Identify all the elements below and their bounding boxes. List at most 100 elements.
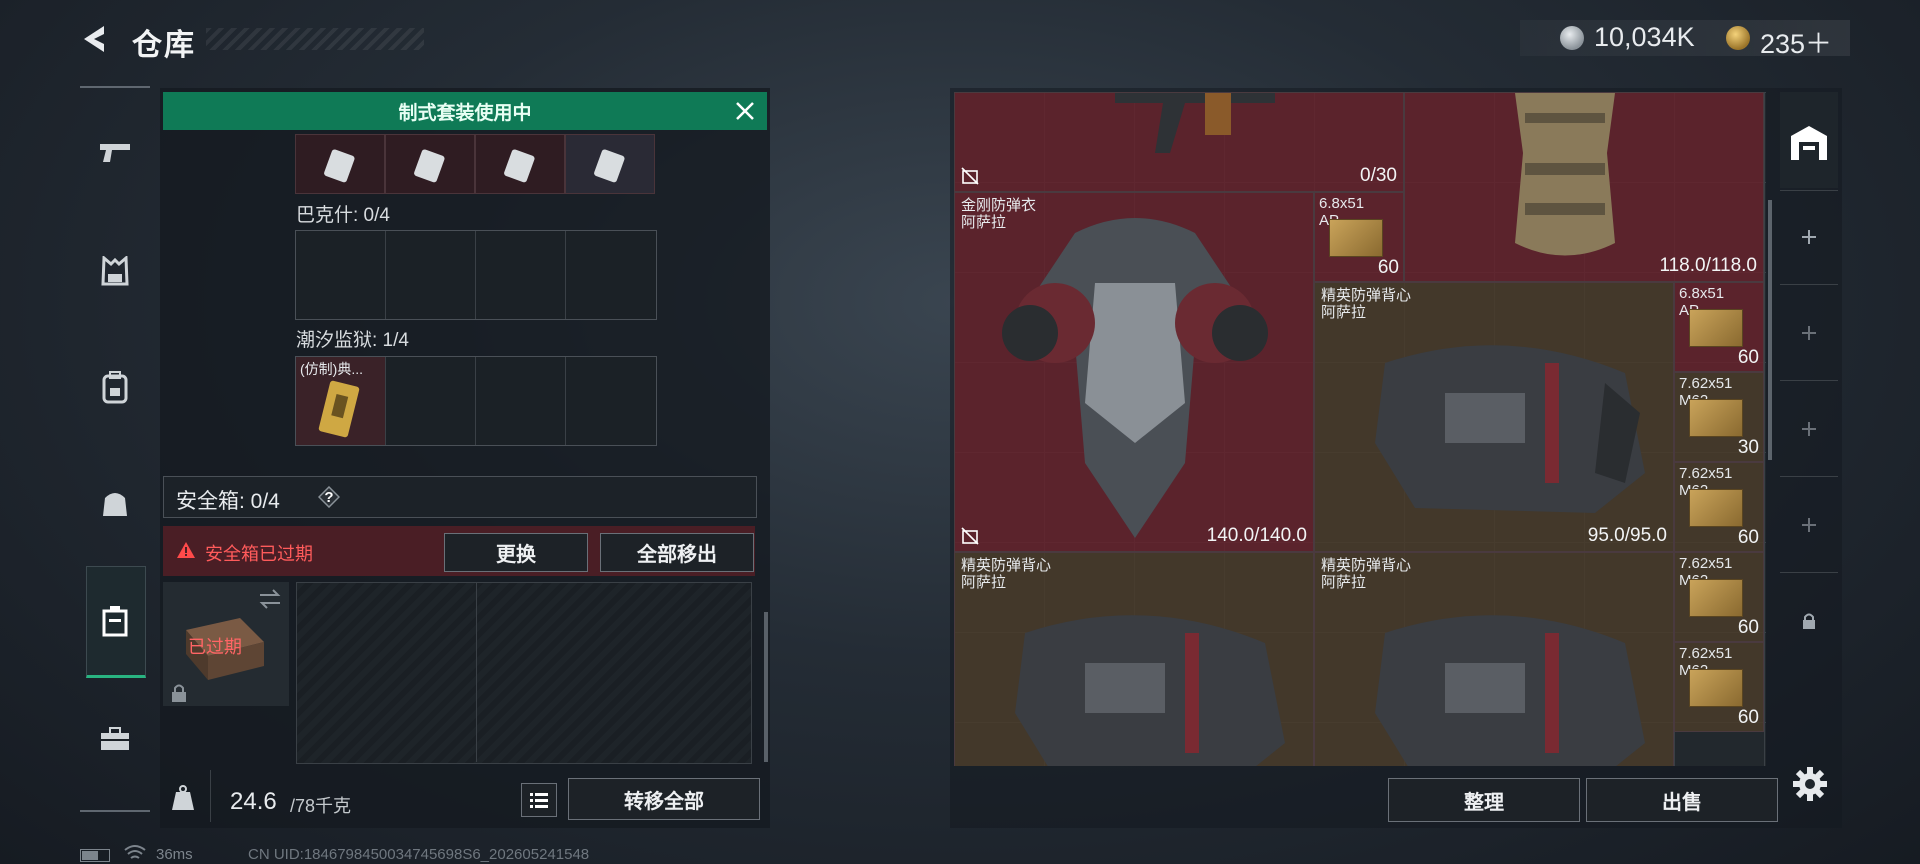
category-bags[interactable] (84, 468, 146, 538)
storage-grid: 0/30 118.0/118.0 金刚防弹衣 阿萨拉 140.0/140.0 6… (954, 92, 1766, 766)
item-name: 精英防弹背心 阿萨拉 (1321, 287, 1412, 321)
weight-capacity: /78千克 (290, 796, 352, 816)
item-elite-vest[interactable]: 精英防弹背心 阿萨拉 95.0/95.0 (1314, 282, 1674, 552)
plus-icon (1802, 518, 1816, 532)
keycard-slot[interactable] (295, 134, 385, 194)
empty-slot[interactable] (296, 231, 386, 319)
category-weapons[interactable] (84, 118, 146, 188)
list-view-button[interactable] (521, 783, 557, 817)
weight-value: 24.6 (230, 788, 277, 815)
list-icon (530, 793, 548, 808)
swap-icon[interactable] (258, 588, 282, 610)
back-button[interactable] (78, 22, 112, 56)
ammo-count: 60 (1737, 527, 1759, 548)
gear-icon (1793, 767, 1827, 801)
help-icon-text: ? (324, 488, 334, 506)
transfer-all-button[interactable]: 转移全部 (568, 778, 760, 820)
item-ammo[interactable]: 6.8x51 AP 60 (1674, 282, 1764, 372)
case-expired-label: 已过期 (188, 637, 242, 657)
item-ammo[interactable]: 7.62x51 M62 60 (1674, 642, 1764, 732)
keycard-item-name: (仿制)典... (300, 361, 363, 377)
storage-tab-main[interactable] (1780, 96, 1838, 191)
grid-divider (476, 582, 477, 762)
storage-tab-add[interactable] (1780, 286, 1838, 381)
bag-icon (103, 493, 127, 516)
sort-button[interactable]: 整理 (1388, 778, 1580, 822)
elite-vest-icon (1375, 345, 1645, 513)
item-elite-vest[interactable]: 精英防弹背心 阿萨拉 (1314, 552, 1674, 766)
loadout-scrollbar[interactable] (764, 612, 768, 762)
section-label-tidal-prison: 潮汐监狱: 1/4 (296, 330, 409, 351)
battery-icon (80, 849, 110, 862)
sell-button[interactable]: 出售 (1586, 778, 1778, 822)
settings-button[interactable] (1790, 764, 1830, 804)
card-row (295, 134, 655, 196)
item-name: 精英防弹背心 阿萨拉 (1321, 557, 1412, 591)
page-title: 仓库 (132, 29, 196, 62)
plus-icon (1802, 230, 1816, 244)
empty-slot[interactable] (566, 357, 655, 445)
item-durability: 118.0/118.0 (1659, 255, 1757, 276)
empty-slot[interactable] (476, 357, 566, 445)
keycard-item[interactable]: (仿制)典... (296, 357, 386, 445)
ammo-box-icon (1689, 669, 1743, 707)
close-banner-button[interactable] (734, 100, 756, 122)
section-label-bakesh: 巴克什: 0/4 (296, 205, 390, 226)
ammo-count: 60 (1737, 707, 1759, 728)
empty-slot[interactable] (386, 231, 476, 319)
safe-case-grid[interactable] (296, 582, 752, 764)
gold-coin-icon (1726, 26, 1750, 50)
ping-value: 36ms (156, 846, 193, 863)
elite-vest-icon (1375, 615, 1645, 766)
tidal-prison-card-grid: (仿制)典... (295, 356, 657, 446)
rifle-icon (1115, 93, 1275, 153)
keycard-slot[interactable] (565, 134, 655, 194)
item-ammo[interactable]: 6.8x51 AP 60 (1314, 192, 1404, 282)
item-rifle[interactable]: 0/30 (954, 92, 1404, 192)
item-ammo[interactable]: 7.62x51 M62 60 (1674, 462, 1764, 552)
storage-tab-locked[interactable] (1780, 574, 1838, 668)
item-name: 精英防弹背心 阿萨拉 (961, 557, 1052, 591)
keycard-slot[interactable] (475, 134, 565, 194)
weight-divider (210, 770, 211, 822)
item-armor-king[interactable]: 金刚防弹衣 阿萨拉 140.0/140.0 (954, 192, 1314, 552)
item-ammo[interactable]: 7.62x51 M62 30 (1674, 372, 1764, 462)
backpack-icon (102, 371, 128, 404)
weight-indicator (163, 772, 203, 824)
toolbox-icon (101, 727, 129, 750)
item-durability: 95.0/95.0 (1587, 525, 1667, 546)
empty-slot[interactable] (476, 231, 566, 319)
storage-tab-add[interactable] (1780, 478, 1838, 573)
wifi-icon (124, 845, 146, 859)
vest-icon (101, 256, 129, 286)
plus-icon (1802, 326, 1816, 340)
storage-tab-add[interactable] (1780, 190, 1838, 285)
keycard-icon (594, 149, 625, 183)
category-toolbox[interactable] (84, 704, 146, 774)
item-chest-rig[interactable]: 118.0/118.0 (1404, 92, 1764, 282)
gold-keycard-icon (318, 380, 360, 438)
storage-tab-add[interactable] (1780, 382, 1838, 477)
gold-coin-value[interactable]: 235＋ (1760, 22, 1832, 61)
item-durability: 0/30 (1360, 165, 1397, 186)
silver-coin-value: 10,034K (1594, 22, 1695, 52)
keycard-icon (414, 149, 445, 183)
keycard-icon (504, 149, 535, 183)
safe-box-help-button[interactable]: ? (318, 486, 340, 508)
ammo-box-icon (1689, 399, 1743, 437)
category-backpacks[interactable] (84, 352, 146, 422)
item-ammo[interactable]: 7.62x51 M62 60 (1674, 552, 1764, 642)
bakesh-card-grid (295, 230, 657, 320)
move-all-out-button[interactable]: 全部移出 (600, 533, 754, 572)
empty-slot[interactable] (386, 357, 476, 445)
category-safe-case[interactable] (84, 586, 146, 656)
category-vests[interactable] (84, 236, 146, 306)
keycard-slot[interactable] (385, 134, 475, 194)
empty-slot[interactable] (566, 231, 655, 319)
item-elite-vest[interactable]: 精英防弹背心 阿萨拉 (954, 552, 1314, 766)
item-durability: 140.0/140.0 (1206, 525, 1307, 546)
storage-scrollbar[interactable] (1768, 200, 1772, 460)
close-icon (736, 102, 754, 120)
ammo-box-icon (1689, 489, 1743, 527)
replace-button[interactable]: 更换 (444, 533, 588, 572)
